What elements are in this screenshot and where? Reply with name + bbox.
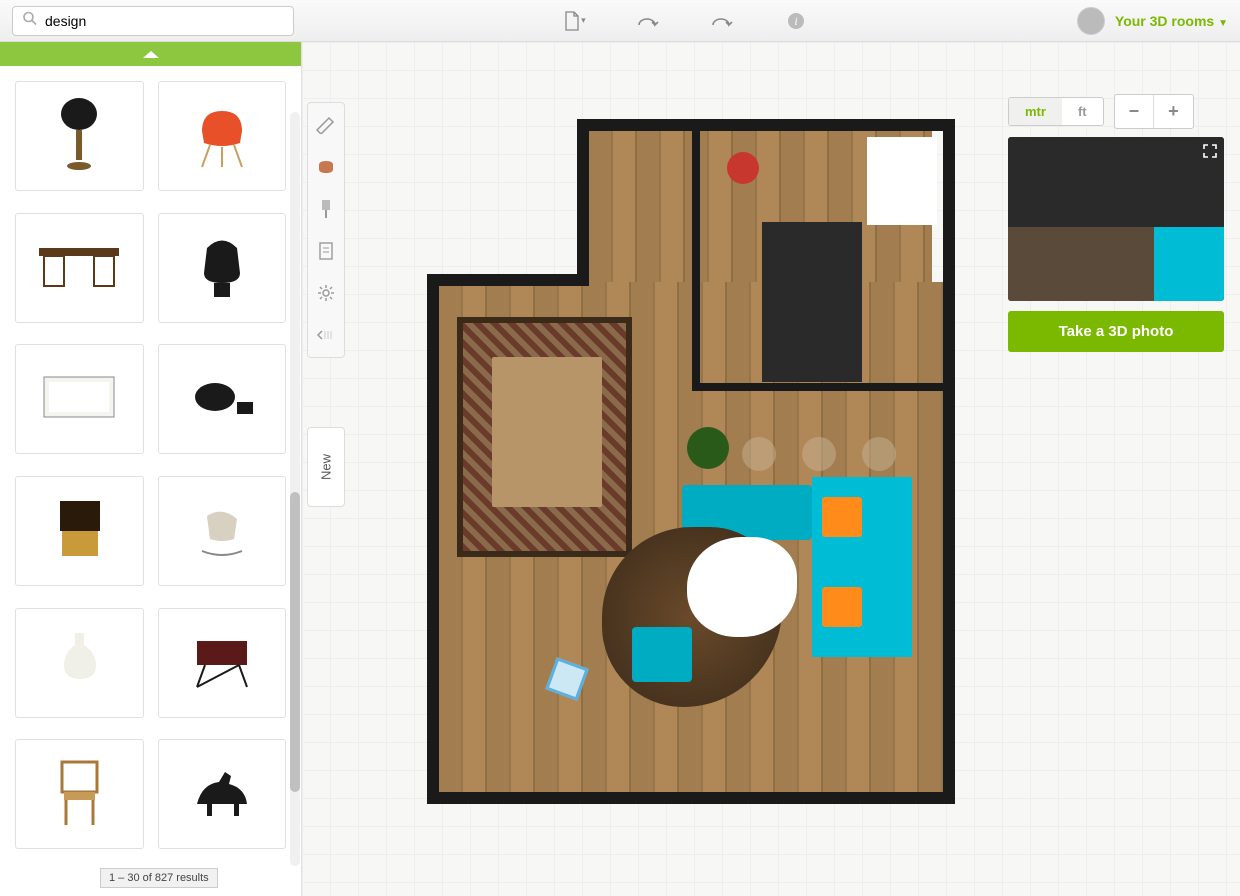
wall xyxy=(427,274,439,802)
catalog-item-rocking-chair[interactable] xyxy=(158,476,287,586)
wall xyxy=(577,119,947,131)
info-icon[interactable]: i xyxy=(784,9,808,33)
wall-inner xyxy=(692,127,700,389)
catalog-item-lounge-chair[interactable] xyxy=(158,344,287,454)
armchair[interactable] xyxy=(632,627,692,682)
clipboard-tool-icon[interactable] xyxy=(312,237,340,265)
unit-toggle: mtr ft xyxy=(1008,97,1104,126)
preview-3d[interactable] xyxy=(1008,137,1224,301)
counter xyxy=(867,137,937,225)
catalog-item-folding-table[interactable] xyxy=(158,608,287,718)
pillow[interactable] xyxy=(822,497,862,537)
avatar[interactable] xyxy=(1077,7,1105,35)
wall xyxy=(943,119,955,804)
floorplan[interactable] xyxy=(422,127,952,807)
settings-tool-icon[interactable] xyxy=(312,279,340,307)
stool[interactable] xyxy=(862,437,896,471)
catalog-grid xyxy=(0,66,301,872)
topbar: ▾ i Your 3D rooms ▼ xyxy=(0,0,1240,42)
search-input[interactable] xyxy=(12,6,294,36)
stool[interactable] xyxy=(742,437,776,471)
sidebar: 1 – 30 of 827 results xyxy=(0,42,302,896)
catalog-scrollbar[interactable] xyxy=(290,112,300,866)
wall xyxy=(577,119,589,282)
dining-table[interactable] xyxy=(492,357,602,507)
wall xyxy=(427,792,955,804)
catalog-item-white-cabinet[interactable] xyxy=(15,344,144,454)
catalog-item-vase[interactable] xyxy=(15,608,144,718)
new-button[interactable]: New xyxy=(307,427,345,507)
draw-tool-icon[interactable] xyxy=(312,111,340,139)
chevron-down-icon: ▼ xyxy=(1218,18,1228,29)
controls-row: mtr ft − + xyxy=(1008,94,1224,129)
preview-scene xyxy=(1008,137,1224,301)
tool-panel xyxy=(307,102,345,358)
rooms-label: Your 3D rooms xyxy=(1115,13,1214,29)
paint-tool-icon[interactable] xyxy=(312,195,340,223)
redo-icon[interactable] xyxy=(710,9,734,33)
stool[interactable] xyxy=(802,437,836,471)
expand-icon[interactable] xyxy=(1202,143,1218,164)
catalog-item-wood-chair[interactable] xyxy=(15,739,144,849)
zoom-out-button[interactable]: − xyxy=(1115,95,1154,128)
results-count: 1 – 30 of 827 results xyxy=(100,868,218,888)
catalog-item-horse-figure[interactable] xyxy=(158,739,287,849)
undo-icon[interactable] xyxy=(636,9,660,33)
catalog-item-black-armchair[interactable] xyxy=(158,213,287,323)
topbar-right: Your 3D rooms ▼ xyxy=(1077,7,1228,35)
catalog-item-lamp[interactable] xyxy=(15,81,144,191)
take-3d-photo-button[interactable]: Take a 3D photo xyxy=(1008,311,1224,352)
kitchen-island[interactable] xyxy=(762,222,862,382)
catalog-item-orange-chair[interactable] xyxy=(158,81,287,191)
bar-stool[interactable] xyxy=(727,152,759,184)
scrollbar-thumb[interactable] xyxy=(290,492,300,792)
plant[interactable] xyxy=(687,427,729,469)
coffee-table[interactable] xyxy=(687,537,797,637)
collapse-sidebar-button[interactable] xyxy=(0,42,301,66)
search xyxy=(12,6,294,36)
unit-mtr-button[interactable]: mtr xyxy=(1009,98,1062,125)
svg-text:i: i xyxy=(795,14,798,28)
collapse-tool-icon[interactable] xyxy=(312,321,340,349)
right-panel: mtr ft − + Take a 3D photo xyxy=(1008,94,1224,352)
pillow[interactable] xyxy=(822,587,862,627)
catalog-item-dark-cabinet[interactable] xyxy=(15,476,144,586)
rooms-dropdown[interactable]: Your 3D rooms ▼ xyxy=(1115,13,1228,29)
unit-ft-button[interactable]: ft xyxy=(1062,98,1103,125)
canvas[interactable]: New mtr ft xyxy=(302,42,1240,896)
wall xyxy=(427,274,589,286)
zoom-controls: − + xyxy=(1114,94,1194,129)
document-icon[interactable]: ▾ xyxy=(562,9,586,33)
catalog-item-desk[interactable] xyxy=(15,213,144,323)
wall-inner xyxy=(692,383,947,391)
topbar-center: ▾ i xyxy=(314,9,1057,33)
zoom-in-button[interactable]: + xyxy=(1153,95,1193,128)
furniture-tool-icon[interactable] xyxy=(312,153,340,181)
search-icon xyxy=(22,10,38,31)
